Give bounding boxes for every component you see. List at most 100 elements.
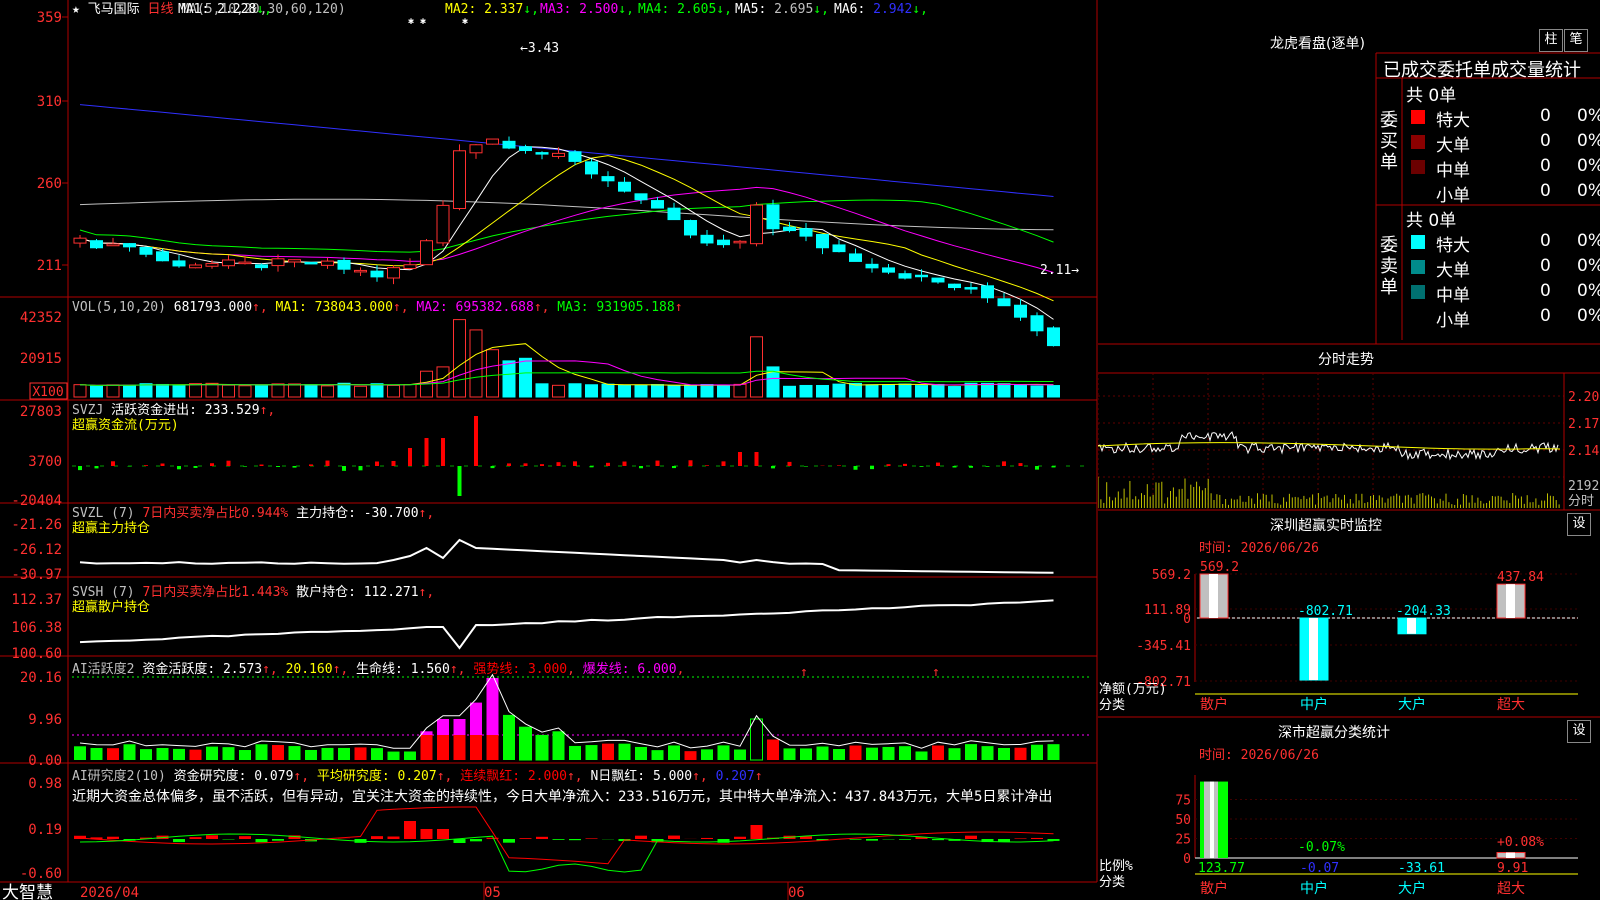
- classify-bar-shine: [1204, 781, 1218, 858]
- svzj-bar: [672, 466, 676, 469]
- candle-body: [651, 200, 664, 209]
- monitor-bar-shine: [1309, 618, 1318, 681]
- monitor-bar-label: -802.71: [1298, 604, 1353, 619]
- ai1-bar: [156, 747, 169, 760]
- candle-body: [634, 193, 648, 201]
- ai1-bar: [255, 744, 268, 760]
- svzj-bar: [276, 466, 280, 467]
- classify-bar-4: [1496, 852, 1526, 859]
- vol-bar: [354, 385, 367, 398]
- monitor-xlabel: 分类: [1099, 698, 1125, 713]
- ma-legend-1-part: ↓,: [256, 2, 272, 17]
- ai1-bar: [816, 746, 829, 760]
- vol-bar: [618, 384, 631, 398]
- candle-body: [948, 283, 961, 289]
- svzj-bar: [358, 466, 363, 471]
- ai1-bar: [932, 745, 944, 760]
- bar-mode-button[interactable]: 柱: [1539, 29, 1563, 52]
- ma-legend-5: MA5: 2.695↓,: [735, 2, 829, 17]
- ai2-header-part: N日飘红: 5.000: [590, 768, 692, 784]
- monitor-settings-button[interactable]: 设: [1567, 513, 1591, 536]
- vol-bar: [73, 384, 87, 398]
- svzj-bar: [342, 466, 346, 471]
- svzj-bar: [837, 465, 841, 466]
- monitor-y-tick: 569.2: [1152, 568, 1191, 583]
- ai1-y-tick: 20.16: [20, 670, 62, 686]
- month-label: 05: [484, 885, 501, 900]
- sell-row-swatch: [1411, 235, 1425, 249]
- ma-legend-5-part: MA5:: [735, 2, 774, 17]
- monitor-bar: [1299, 617, 1329, 681]
- ai2-bar: [503, 839, 515, 843]
- ma-legend-5-part: 2.695: [774, 2, 813, 17]
- vol-bar: [634, 385, 648, 398]
- svzj-bar: [325, 460, 330, 466]
- ai2-bar: [371, 836, 383, 839]
- candle-body: [568, 151, 582, 162]
- candle-body: [766, 204, 780, 230]
- candle-body: [304, 261, 318, 265]
- vol-bar: [123, 384, 136, 398]
- ai1-bar: [717, 745, 730, 760]
- monitor-bar-3: [1397, 617, 1427, 635]
- vol-header-part: 681793.000: [174, 300, 252, 315]
- ai2-bar: [701, 837, 713, 839]
- ai1-header-part: AI活跃度2: [72, 661, 142, 677]
- candle-body: [106, 243, 120, 247]
- ai1-header-part: 爆发线: 6.000: [583, 661, 677, 677]
- sell-row-name: 小单: [1436, 311, 1470, 331]
- ai1-bar-base: [437, 735, 449, 760]
- classify-cat-label: 大户: [1398, 880, 1426, 897]
- vol-header-part: ↑,: [393, 300, 416, 315]
- classify-bar-shine: [1506, 852, 1515, 858]
- ai2-bar: [536, 836, 548, 839]
- vol-bar: [1047, 385, 1060, 398]
- ai2-bar: [552, 839, 565, 840]
- monitor-cat-label: 散户: [1200, 696, 1228, 713]
- candle-body: [139, 246, 153, 255]
- pen-mode-button[interactable]: 笔: [1564, 29, 1588, 52]
- svzj-bar: [474, 416, 478, 466]
- candle-body: [865, 263, 879, 269]
- classify-bottom-value: 9.91: [1497, 861, 1528, 876]
- ai1-bar: [305, 749, 317, 760]
- vol-bar: [205, 382, 219, 398]
- buy-row-pct: 0%: [1577, 156, 1600, 176]
- vol-bar: [684, 384, 697, 398]
- ai1-bar: [90, 747, 103, 760]
- ma-legend-6-part: ↓,: [912, 2, 928, 17]
- candle-body: [997, 298, 1011, 307]
- monitor-bar-shine: [1209, 574, 1218, 618]
- ai1-bar: [288, 746, 301, 760]
- ai2-bar: [437, 829, 449, 839]
- ma-legend-3-part: ↓,: [618, 2, 634, 17]
- ai2-bar: [387, 836, 400, 839]
- classify-settings-button[interactable]: 设: [1567, 720, 1591, 743]
- vol-bar: [271, 383, 285, 398]
- svzj-bar: [243, 466, 247, 467]
- ai1-bar: [1031, 744, 1043, 760]
- ma-legend-4-part: MA4:: [638, 2, 677, 17]
- svzj-bar: [1035, 466, 1039, 470]
- vol-bar: [321, 385, 334, 398]
- svzj-y-tick: 27803: [20, 404, 62, 420]
- candle-body: [915, 274, 928, 278]
- main-header-part: ★ 飞马国际: [72, 2, 147, 17]
- ai1-bar: [321, 747, 334, 760]
- svzj-bar: [160, 463, 165, 466]
- candle-body: [1047, 327, 1060, 347]
- classify-bar: [1200, 781, 1228, 858]
- svzj-bar: [639, 466, 643, 469]
- buy-row-count: 0: [1540, 181, 1551, 201]
- sell-row-count: 0: [1540, 256, 1551, 276]
- sell-row-swatch: [1411, 285, 1425, 299]
- vol-bar: [238, 385, 252, 398]
- right-panel: 龙虎看盘(逐单) 柱 笔 已成交委托单成交量统计 共 0单 委买单 特大 0 0% 大…: [1098, 0, 1600, 900]
- kline-chart-area[interactable]: ★ 飞马国际 日线 MA(5,10,20,30,60,120) MA1: 2.2…: [0, 0, 1100, 900]
- candle-body: [288, 259, 301, 263]
- ai1-bar: [338, 747, 350, 760]
- svzj-bar: [573, 461, 577, 466]
- ai1-y-tick: 0.00: [28, 753, 62, 769]
- candle-body: [453, 150, 466, 209]
- svsh-y-tick: 100.60: [11, 646, 62, 662]
